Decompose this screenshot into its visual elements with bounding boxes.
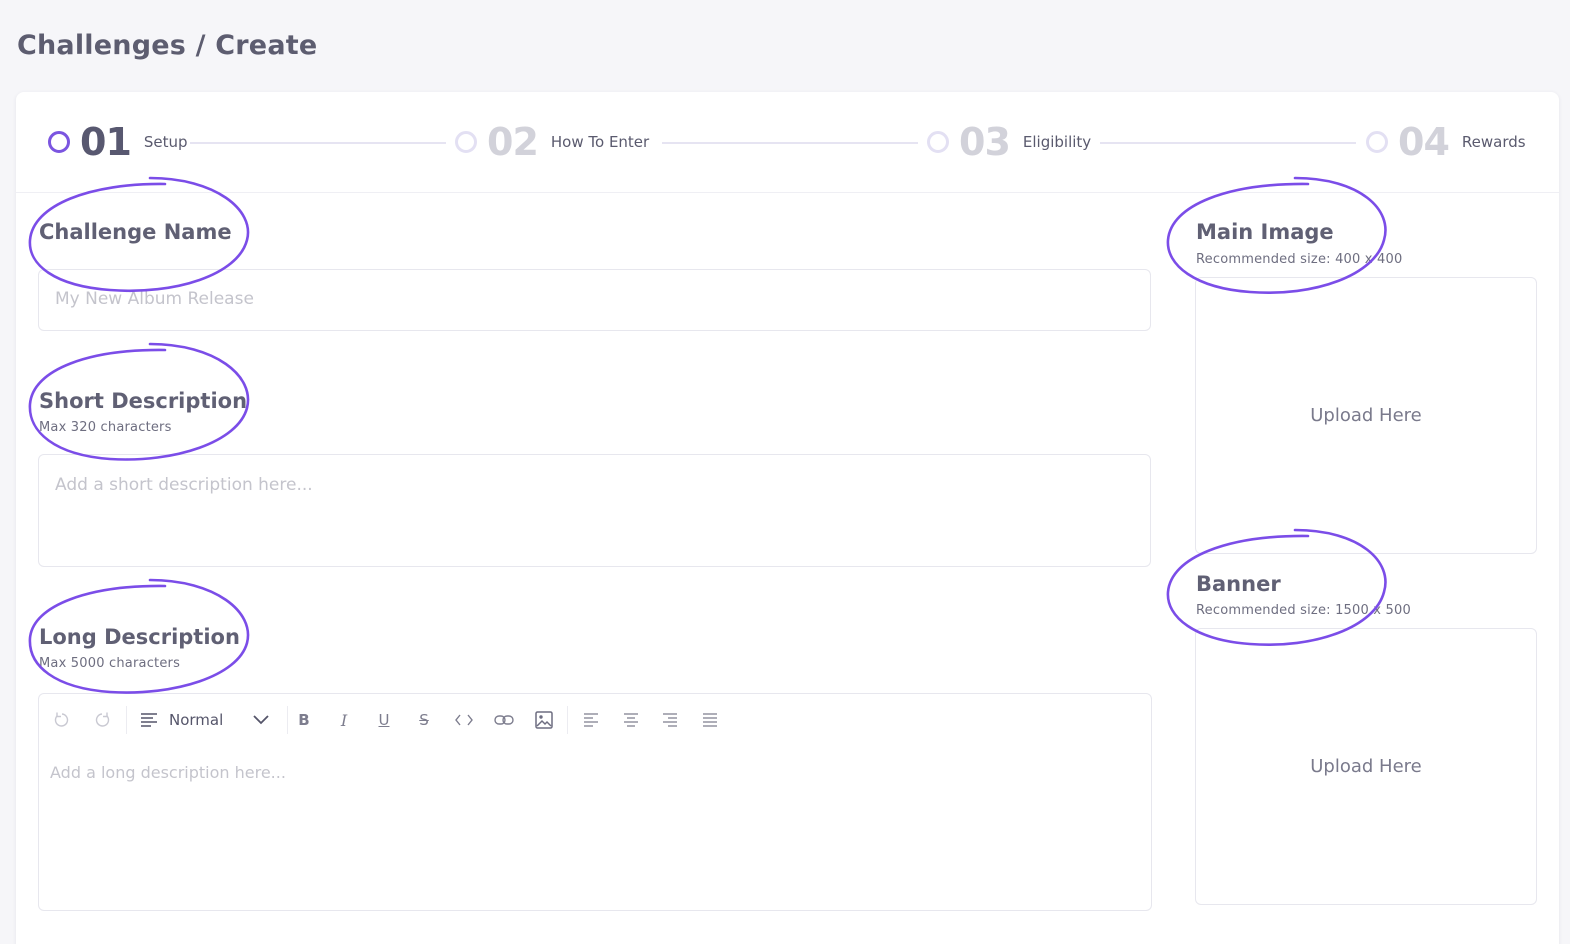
long-description-hint: Max 5000 characters bbox=[39, 656, 181, 671]
stepper: 01 Setup 02 How To Enter 03 Eligibility … bbox=[16, 92, 1559, 193]
step-rewards[interactable]: 04 Rewards bbox=[1366, 122, 1526, 162]
align-left-icon[interactable] bbox=[580, 708, 602, 732]
chevron-down-icon bbox=[253, 715, 269, 725]
banner-upload[interactable]: Upload Here bbox=[1195, 628, 1537, 905]
long-description-label: Long Description bbox=[39, 625, 240, 649]
step-connector bbox=[662, 142, 918, 144]
bold-icon[interactable]: B bbox=[293, 708, 315, 732]
short-description-label: Short Description bbox=[39, 389, 248, 413]
align-justify-icon[interactable] bbox=[699, 708, 721, 732]
create-challenge-card: 01 Setup 02 How To Enter 03 Eligibility … bbox=[16, 92, 1559, 944]
step-setup[interactable]: 01 Setup bbox=[48, 122, 188, 162]
short-description-hint: Max 320 characters bbox=[39, 420, 172, 435]
short-description-textarea[interactable]: Add a short description here... bbox=[38, 454, 1151, 567]
strikethrough-icon[interactable]: S bbox=[413, 708, 435, 732]
challenge-name-input[interactable]: My New Album Release bbox=[38, 269, 1151, 331]
step-number: 01 bbox=[80, 120, 132, 164]
main-image-hint: Recommended size: 400 x 400 bbox=[1196, 252, 1403, 267]
short-description-placeholder: Add a short description here... bbox=[55, 475, 313, 495]
step-connector bbox=[1100, 142, 1356, 144]
redo-icon[interactable] bbox=[91, 708, 113, 732]
step-indicator-icon bbox=[455, 131, 477, 153]
step-how-to-enter[interactable]: 02 How To Enter bbox=[455, 122, 649, 162]
page-title: Challenges / Create bbox=[17, 30, 318, 61]
block-format-value: Normal bbox=[169, 711, 224, 729]
link-icon[interactable] bbox=[493, 708, 515, 732]
toolbar-divider bbox=[126, 706, 127, 734]
align-center-icon[interactable] bbox=[620, 708, 642, 732]
image-icon[interactable] bbox=[533, 708, 555, 732]
step-number: 03 bbox=[959, 120, 1011, 164]
toolbar-divider bbox=[287, 706, 288, 734]
step-indicator-icon bbox=[1366, 131, 1388, 153]
banner-label: Banner bbox=[1196, 572, 1281, 596]
code-icon[interactable] bbox=[453, 708, 475, 732]
step-connector bbox=[190, 142, 446, 144]
step-eligibility[interactable]: 03 Eligibility bbox=[927, 122, 1091, 162]
toolbar-divider bbox=[567, 706, 568, 734]
step-label: How To Enter bbox=[550, 133, 650, 151]
banner-hint: Recommended size: 1500 x 500 bbox=[1196, 603, 1411, 618]
step-indicator-icon bbox=[927, 131, 949, 153]
step-number: 04 bbox=[1398, 120, 1450, 164]
step-label: Rewards bbox=[1461, 133, 1526, 151]
long-description-editor[interactable]: Normal B I U S Add a long description he… bbox=[38, 693, 1152, 911]
undo-icon[interactable] bbox=[51, 708, 73, 732]
main-image-upload[interactable]: Upload Here bbox=[1195, 277, 1537, 554]
block-format-select[interactable]: Normal bbox=[139, 708, 279, 732]
main-image-upload-label: Upload Here bbox=[1310, 405, 1422, 426]
underline-icon[interactable]: U bbox=[373, 708, 395, 732]
main-image-label: Main Image bbox=[1196, 220, 1334, 244]
step-label: Setup bbox=[143, 133, 188, 151]
challenge-name-label: Challenge Name bbox=[39, 220, 232, 244]
align-right-icon[interactable] bbox=[659, 708, 681, 732]
banner-upload-label: Upload Here bbox=[1310, 756, 1422, 777]
italic-icon[interactable]: I bbox=[333, 708, 355, 732]
step-label: Eligibility bbox=[1022, 133, 1092, 151]
step-number: 02 bbox=[487, 120, 539, 164]
format-icon bbox=[141, 713, 157, 727]
step-indicator-icon bbox=[48, 131, 70, 153]
long-description-placeholder: Add a long description here... bbox=[50, 763, 286, 782]
challenge-name-placeholder: My New Album Release bbox=[55, 289, 254, 309]
editor-toolbar: Normal B I U S bbox=[39, 694, 1151, 746]
